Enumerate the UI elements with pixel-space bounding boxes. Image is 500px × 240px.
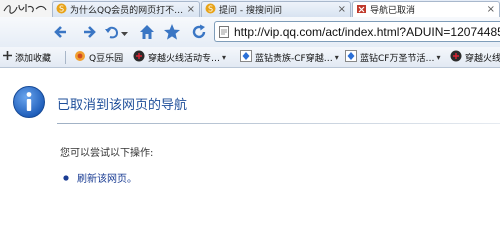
- bookmark-label: Q豆乐园: [89, 53, 124, 64]
- bookmark-q-bean[interactable]: Q豆乐园: [74, 50, 123, 64]
- bookmark-label: 添加收藏: [15, 53, 52, 64]
- bookmark-cf-event[interactable]: 穿越火线活动专… ▾: [133, 50, 226, 64]
- undo-icon[interactable]: [104, 23, 120, 44]
- page-content: 已取消到该网页的导航 您可以尝试以下操作: 刷新该网页。: [0, 68, 500, 212]
- bookmarks-bar: 添加收藏 Q豆乐园 穿越火线活动专… ▾ 蓝钻贵族-CF穿越… ▾ 蓝钻CF万圣…: [0, 47, 500, 68]
- close-icon[interactable]: ×: [338, 4, 346, 15]
- bookmark-blue-diamond-halloween[interactable]: 蓝钻CF万圣节活… ▾: [345, 49, 440, 65]
- close-icon[interactable]: ×: [187, 4, 195, 15]
- back-icon[interactable]: [52, 23, 70, 44]
- bullet-icon: [63, 173, 69, 184]
- tab-soso-ask[interactable]: S 提问 - 搜搜问问 ×: [201, 1, 351, 17]
- signature-logo: [0, 0, 52, 17]
- chevron-down-icon[interactable]: ▾: [222, 53, 226, 62]
- refresh-icon[interactable]: [190, 23, 208, 44]
- tab-label: 提问 - 搜搜问问: [219, 6, 282, 16]
- chevron-down-icon[interactable]: [121, 29, 128, 40]
- q-bean-icon: [74, 50, 86, 65]
- bookmark-cf[interactable]: 穿越火线: [450, 50, 500, 64]
- chevron-down-icon[interactable]: ▾: [436, 53, 440, 62]
- tab-navigation-cancelled[interactable]: 导航已取消 ×: [352, 1, 500, 17]
- navigation-bar: http://vip.qq.com/act/index.html?ADUIN=1…: [0, 17, 500, 47]
- svg-text:S: S: [59, 4, 64, 13]
- bookmark-label: 穿越火线活动专…: [148, 53, 221, 64]
- qq-browser-page-icon: S: [56, 3, 67, 17]
- close-icon[interactable]: ×: [487, 4, 495, 15]
- tab-label: 导航已取消: [370, 6, 416, 16]
- cancelled-page-icon: [356, 3, 367, 17]
- page-icon: [218, 26, 230, 41]
- tab-label: 为什么QQ会员的网页打不…: [70, 6, 184, 16]
- cf-icon: [450, 50, 462, 65]
- bookmark-label: 穿越火线: [465, 53, 500, 64]
- home-icon[interactable]: [138, 23, 156, 44]
- page-title: 已取消到该网页的导航: [57, 98, 188, 113]
- blue-diamond-icon: [345, 49, 357, 65]
- bookmark-add-favorite[interactable]: 添加收藏: [3, 50, 51, 64]
- refresh-page-link[interactable]: 刷新该网页。: [77, 170, 137, 185]
- bookmark-label: 蓝钻贵族-CF穿越…: [255, 53, 333, 64]
- add-favorite-icon: [3, 51, 12, 63]
- address-input[interactable]: http://vip.qq.com/act/index.html?ADUIN=1…: [234, 25, 500, 39]
- soso-page-icon: S: [205, 3, 216, 17]
- chevron-down-icon[interactable]: ▾: [335, 53, 339, 62]
- forward-icon[interactable]: [80, 23, 98, 44]
- address-bar[interactable]: http://vip.qq.com/act/index.html?ADUIN=1…: [214, 21, 500, 42]
- favorites-star-icon[interactable]: [163, 23, 181, 44]
- svg-text:S: S: [208, 4, 213, 13]
- divider: [57, 123, 500, 124]
- tab-qq-question[interactable]: S 为什么QQ会员的网页打不… ×: [52, 1, 200, 17]
- bookmark-label: 蓝钻CF万圣节活…: [360, 53, 435, 64]
- suggestion-text: 您可以尝试以下操作:: [60, 148, 154, 159]
- cf-icon: [133, 50, 145, 65]
- blue-diamond-icon: [240, 49, 252, 65]
- bookmark-divider: [65, 51, 66, 64]
- bookmark-blue-diamond-cf[interactable]: 蓝钻贵族-CF穿越… ▾: [240, 49, 339, 65]
- info-icon: [12, 85, 46, 122]
- tab-strip: S 为什么QQ会员的网页打不… × S 提问 - 搜搜问问 × 导航已取消 ×: [0, 0, 500, 17]
